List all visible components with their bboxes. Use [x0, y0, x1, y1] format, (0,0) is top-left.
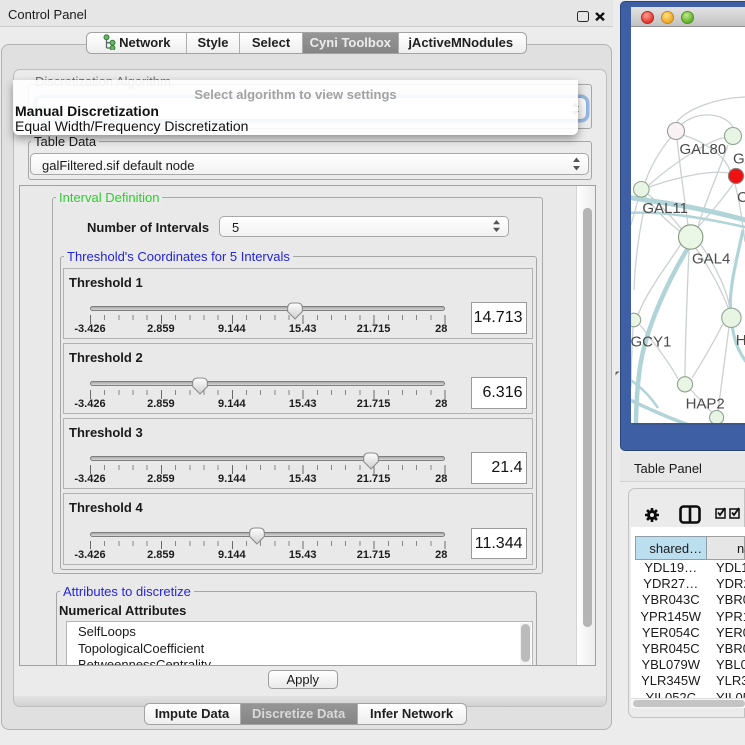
svg-text:C: C: [737, 189, 745, 206]
svg-text:GA: GA: [733, 151, 745, 168]
svg-text:GAL4: GAL4: [692, 251, 730, 268]
svg-text:GAL80: GAL80: [680, 141, 727, 158]
svg-text:HI: HI: [736, 332, 745, 349]
svg-text:GAL11: GAL11: [642, 200, 688, 217]
svg-text:GCY1: GCY1: [631, 334, 671, 351]
svg-text:HAP2: HAP2: [686, 396, 725, 413]
